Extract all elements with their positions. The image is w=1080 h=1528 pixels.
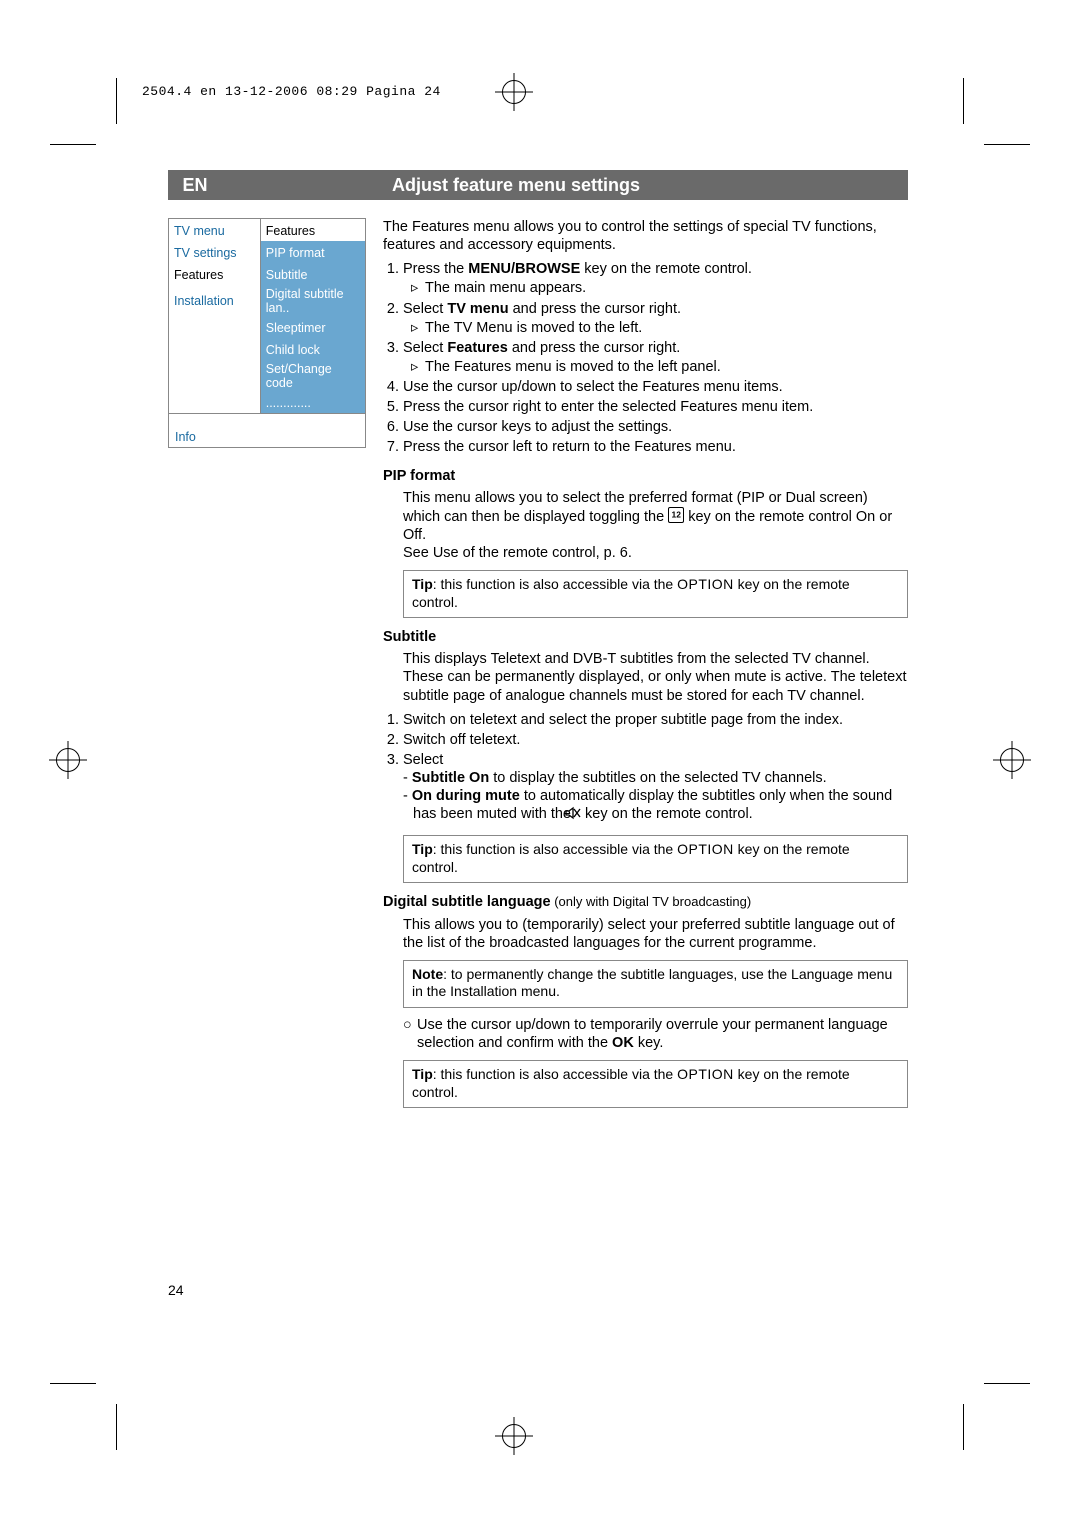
menu-item-features: Features: [169, 263, 261, 285]
menu-item-empty: [169, 338, 261, 360]
step-6: Use the cursor keys to adjust the settin…: [403, 418, 908, 436]
registration-mark-icon: [502, 80, 526, 104]
crop-mark: [116, 78, 117, 124]
result-marker-icon: ▹: [411, 319, 425, 337]
menu-item-pip-format: PIP format: [260, 241, 365, 263]
menu-item-empty: [169, 391, 261, 414]
language-tab: EN: [168, 170, 222, 200]
menu-header-right: Features: [260, 219, 365, 242]
bullet-icon: ○: [403, 1016, 417, 1052]
crop-mark: [963, 1404, 964, 1450]
page-number: 24: [168, 1282, 184, 1298]
subtitle-step-1: Switch on teletext and select the proper…: [403, 711, 908, 729]
pip-paragraph: This menu allows you to select the prefe…: [383, 489, 908, 563]
heading-digital-subtitle-language: Digital subtitle language (only with Dig…: [383, 893, 908, 911]
sidebar-menu: TV menu Features TV settingsPIP format F…: [168, 218, 366, 448]
step-2: Select TV menu and press the cursor righ…: [403, 300, 908, 337]
intro-paragraph: The Features menu allows you to control …: [383, 218, 908, 254]
menu-header-left: TV menu: [169, 219, 261, 242]
menu-item-empty: [169, 316, 261, 338]
subtitle-paragraph: This displays Teletext and DVB-T subtitl…: [383, 650, 908, 704]
tip-dsl: Tip: this function is also accessible vi…: [403, 1060, 908, 1108]
page-title: Adjust feature menu settings: [222, 170, 908, 200]
step-7: Press the cursor left to return to the F…: [403, 438, 908, 456]
menu-item-installation: Installation: [169, 285, 261, 316]
tip-subtitle: Tip: this function is also accessible vi…: [403, 835, 908, 883]
menu-item-child-lock: Child lock: [260, 338, 365, 360]
menu-item-subtitle: Subtitle: [260, 263, 365, 285]
step-4: Use the cursor up/down to select the Fea…: [403, 378, 908, 396]
subtitle-step-list: Switch on teletext and select the proper…: [383, 711, 908, 826]
crop-mark: [984, 144, 1030, 145]
subtitle-option-on: - Subtitle On to display the subtitles o…: [403, 769, 908, 787]
step-5: Press the cursor right to enter the sele…: [403, 398, 908, 416]
menu-item-digital-subtitle-lang: Digital subtitle lan..: [260, 285, 365, 316]
registration-mark-icon: [502, 1424, 526, 1448]
menu-item-set-change-code: Set/Change code: [260, 360, 365, 391]
subtitle-option-on-mute: - On during mute to automatically displa…: [403, 787, 908, 825]
step-list: Press the MENU/BROWSE key on the remote …: [383, 260, 908, 456]
dual-screen-key-icon: [668, 507, 684, 523]
tip-pip: Tip: this function is also accessible vi…: [403, 570, 908, 618]
registration-mark-icon: [56, 748, 80, 772]
crop-mark: [116, 1404, 117, 1450]
result-marker-icon: ▹: [411, 279, 425, 297]
dsl-paragraph: This allows you to (temporarily) select …: [383, 916, 908, 952]
subtitle-step-3: Select - Subtitle On to display the subt…: [403, 751, 908, 826]
heading-subtitle: Subtitle: [383, 628, 908, 646]
print-header: 2504.4 en 13-12-2006 08:29 Pagina 24: [142, 84, 441, 99]
menu-item-sleeptimer: Sleeptimer: [260, 316, 365, 338]
menu-info: Info: [168, 414, 366, 448]
registration-mark-icon: [1000, 748, 1024, 772]
crop-mark: [50, 1383, 96, 1384]
dsl-bullet: ○ Use the cursor up/down to temporarily …: [383, 1016, 908, 1052]
menu-item-more: .............: [260, 391, 365, 414]
crop-mark: [50, 144, 96, 145]
step-1: Press the MENU/BROWSE key on the remote …: [403, 260, 908, 297]
menu-item-empty: [169, 360, 261, 391]
heading-pip-format: PIP format: [383, 467, 908, 485]
step-3: Select Features and press the cursor rig…: [403, 339, 908, 376]
subtitle-step-2: Switch off teletext.: [403, 731, 908, 749]
crop-mark: [984, 1383, 1030, 1384]
note-dsl: Note: to permanently change the subtitle…: [403, 960, 908, 1008]
crop-mark: [963, 78, 964, 124]
result-marker-icon: ▹: [411, 358, 425, 376]
menu-item-tv-settings: TV settings: [169, 241, 261, 263]
body-text: The Features menu allows you to control …: [383, 218, 908, 1116]
